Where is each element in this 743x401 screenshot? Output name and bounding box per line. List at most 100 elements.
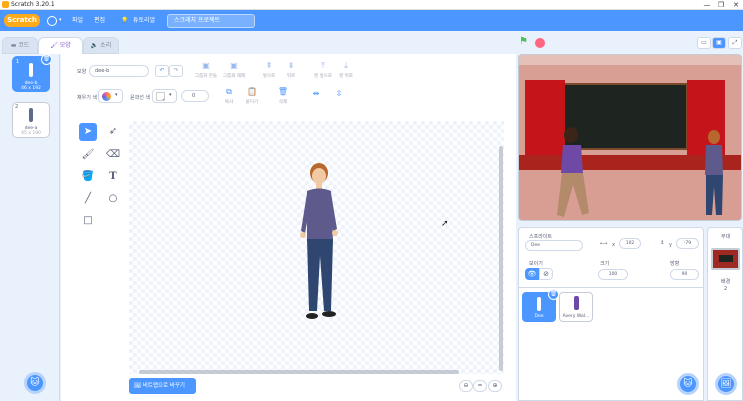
tab-sounds-label: 소리 [100,42,112,49]
choose-sprite-button[interactable]: 🐱 [677,373,699,395]
title-bar: Scratch 3.20.1 — ❐ ✕ [0,0,743,10]
outline-label: 윤곽선 색 [130,95,150,101]
costume-size: 46 x 192 [21,86,41,91]
backdrop-count: 2 [724,286,728,292]
reshape-tool[interactable]: ➶ [104,123,122,141]
tab-costumes-label: 모양 [59,42,71,49]
choose-costume-button[interactable]: 🐱 [24,372,46,394]
fill-tool[interactable]: 🪣 [79,168,97,186]
costume-item-1[interactable]: 1 dee-b 46 x 192 🗑 [12,54,52,92]
large-stage-button[interactable]: ▣ [712,37,726,49]
costume-name-input[interactable]: dee-b [89,65,149,77]
costume-item-2[interactable]: 2 dee-a 45 x 190 [12,102,50,138]
direction-label: 방향 [670,261,680,267]
menu-edit[interactable]: 편집 [94,14,105,27]
stop-button[interactable] [535,38,545,48]
stage-title: 무대 [721,234,731,240]
zoom-reset-button[interactable]: = [473,380,487,392]
green-flag-button[interactable]: ⚑ [519,36,528,47]
brush-tool[interactable]: 🖌 [79,146,97,164]
costume-thumbnail [29,108,33,122]
circle-tool[interactable]: ○ [104,190,122,208]
tab-sounds[interactable]: 🔈 소리 [83,37,119,54]
y-input[interactable]: -79 [676,238,699,249]
paste-button[interactable]: 붙이기 [237,99,267,105]
eye-icon: 👁 [527,270,537,278]
arrows-horizontal-icon: ⟷ [600,241,608,247]
stage-sprite-dee [705,130,723,215]
costume-size: 45 x 190 [21,131,41,136]
sprite-name-input[interactable]: Dee [525,240,583,251]
sprite-thumbnail [574,296,579,310]
x-label: x [612,242,615,248]
stage[interactable] [518,54,742,221]
direction-input[interactable]: 90 [670,269,699,280]
chevron-down-icon: ▾ [115,92,118,98]
drawing-canvas[interactable] [129,121,504,374]
back-icon: ⤓ [344,61,348,70]
minimize-button[interactable]: — [700,0,714,10]
text-tool[interactable]: T [104,168,122,186]
size-label: 크기 [600,261,610,267]
outline-color-picker[interactable]: ▾ [152,89,177,103]
costume-thumbnail [29,63,33,77]
sprite-name: Dee [534,314,544,319]
fill-color-picker[interactable]: ▾ [98,89,123,103]
cat-icon: 🐱 [683,379,693,389]
line-tool[interactable]: ╱ [79,190,97,208]
trash-icon[interactable]: 🗑 [41,54,52,65]
group-icon: ▣ [202,61,210,70]
scratch-logo[interactable]: Scratch [4,14,40,27]
lightbulb-icon: 💡 [121,17,129,24]
costume-drawing [300,163,338,319]
costume-number: 2 [15,104,19,110]
backward-button[interactable]: 뒤로 [276,73,306,79]
back-button[interactable]: 맨 뒤로 [331,73,361,79]
sprite-thumbnail [537,297,541,311]
backdrop-label: 배경 [721,279,731,285]
ungroup-button[interactable]: 그룹화 해제 [219,73,249,79]
menu-tutorials[interactable]: 튜토리얼 [133,14,155,27]
trash-icon[interactable]: 🗑 [548,289,559,300]
sprite-item-dee[interactable]: Dee 🗑 [522,289,559,322]
brush-icon: 🖌 [50,42,60,49]
choose-backdrop-button[interactable]: 🖼 [715,373,737,395]
close-button[interactable]: ✕ [729,0,743,10]
language-globe-icon[interactable] [47,16,57,26]
paste-icon: 📋 [247,87,257,96]
costume-number: 1 [16,59,20,65]
convert-bitmap-button[interactable]: 🖼 비트맵으로 바꾸기 [129,378,196,394]
flip-vertical-button[interactable]: ⇳ [324,89,354,98]
eraser-tool[interactable]: ⌫ [104,146,122,164]
group-button[interactable]: 그룹화 만들 [191,73,221,79]
sprite-item-avery[interactable]: Avery Wal... [559,292,593,322]
maximize-button[interactable]: ❐ [714,0,728,10]
fill-swatch [102,92,111,101]
menu-bar [0,10,743,31]
select-tool[interactable]: ➤ [79,123,97,141]
window-title: Scratch 3.20.1 [11,1,55,8]
project-title-input[interactable]: 스크래치 프로젝트 [167,14,255,28]
fullscreen-button[interactable]: ⤢ [728,37,742,49]
x-input[interactable]: 102 [619,238,641,249]
rectangle-tool[interactable]: □ [79,212,97,230]
outline-width-input[interactable]: 0 [181,90,209,102]
delete-button[interactable]: 삭제 [268,99,298,105]
zoom-in-button[interactable]: ⊕ [488,380,502,392]
undo-button[interactable]: ↶ [155,65,169,77]
show-visible-button[interactable]: 👁 [525,268,539,280]
small-stage-button[interactable]: ▭ [697,37,711,49]
canvas-vertical-scrollbar[interactable] [499,146,503,371]
backward-icon: ⇟ [287,61,295,70]
sprite-name: Avery Wal... [562,314,590,319]
stage-ceiling [519,55,741,65]
size-input[interactable]: 100 [598,269,628,280]
canvas-horizontal-scrollbar[interactable] [139,370,459,374]
zoom-out-button[interactable]: ⊖ [459,380,473,392]
sprite-panel-divider [519,287,703,288]
menu-file[interactable]: 파일 [72,14,83,27]
tab-costumes[interactable]: 🖌 모양 [38,37,83,55]
hide-button[interactable]: ⊘ [539,268,553,280]
tab-code[interactable]: ▬ 코드 [2,37,38,54]
redo-button[interactable]: ↷ [169,65,183,77]
